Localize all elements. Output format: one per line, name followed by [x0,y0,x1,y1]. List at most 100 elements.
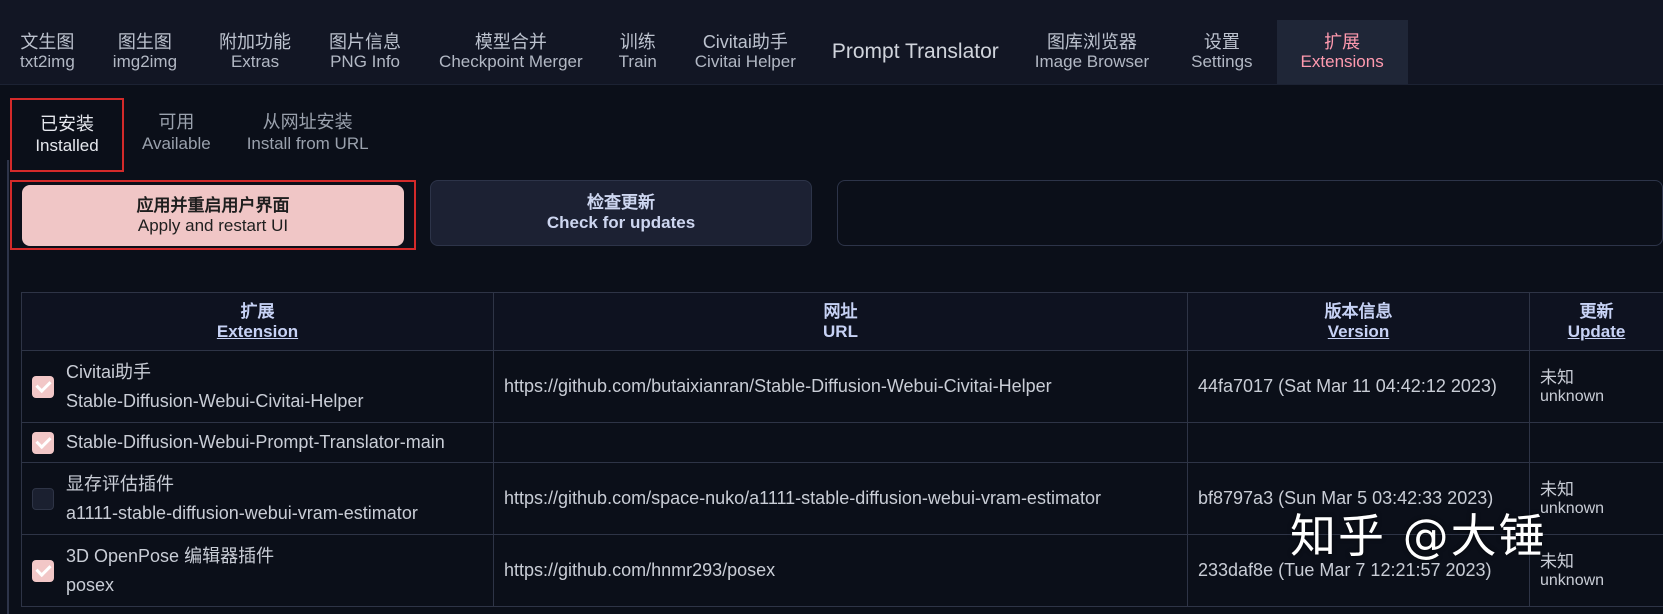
table-row: Stable-Diffusion-Webui-Prompt-Translator… [21,422,1663,463]
subtab-label-en: Install from URL [246,134,369,153]
header-label-en: URL [823,321,858,341]
header-extension[interactable]: 扩展 Extension [21,292,494,351]
header-label-zh: 网址 [823,301,858,321]
url-cell[interactable]: https://github.com/hnmr293/posex [493,534,1188,607]
update-status-en: unknown [1540,571,1605,589]
button-label-zh: 应用并重启用户界面 [136,195,290,215]
extension-name: posex [66,574,115,595]
table-header-row: 扩展 Extension 网址 URL 版本信息 Version 更新 Upda… [21,292,1663,351]
tab-label-en: Extras [230,52,280,71]
tab-label-zh: 文生图 [20,32,75,52]
extension-name-zh: 3D OpenPose 编辑器插件 [66,545,275,566]
tab-label-zh: 扩展 [1324,32,1361,52]
tab-label-zh: Civitai助手 [702,32,788,52]
header-label-zh: 扩展 [240,301,275,321]
enable-checkbox[interactable] [32,559,54,582]
update-cell [1529,422,1663,463]
version-cell [1187,422,1530,463]
action-row: 应用并重启用户界面 Apply and restart UI 检查更新 Chec… [10,180,1663,252]
tab-extensions[interactable]: 扩展 Extensions [1276,20,1408,84]
subtab-available[interactable]: 可用 Available [124,98,229,168]
enable-checkbox[interactable] [32,431,54,454]
tab-image-browser[interactable]: 图库浏览器 Image Browser [1017,20,1167,84]
subtab-label-zh: 可用 [158,112,195,132]
header-label-zh: 更新 [1579,301,1614,321]
top-bar: 文生图 txt2img 图生图 img2img 附加功能 Extras 图片信息… [0,0,1663,85]
header-label-en: Version [1327,321,1390,341]
extension-cell-content: 3D OpenPose 编辑器插件 posex [32,542,483,600]
tab-settings[interactable]: 设置 Settings [1167,20,1276,84]
tab-label-en: Settings [1191,52,1253,71]
header-version[interactable]: 版本信息 Version [1187,292,1530,351]
subtab-install-from-url[interactable]: 从网址安装 Install from URL [229,98,387,168]
tab-label-zh: 图库浏览器 [1046,32,1137,52]
watermark-text: 知乎 @大锤 [1290,509,1547,563]
url-cell[interactable]: https://github.com/space-nuko/a1111-stab… [493,462,1188,535]
status-output-box [837,180,1663,246]
tab-label-zh: 图片信息 [329,32,402,52]
tab-train[interactable]: 训练 Train [599,20,677,84]
enable-checkbox[interactable] [32,375,54,398]
extension-cell-content: Civitai助手 Stable-Diffusion-Webui-Civitai… [32,358,483,416]
tab-txt2img[interactable]: 文生图 txt2img [8,20,87,84]
panel-left-border [7,160,9,614]
tab-label-en: img2img [112,52,178,71]
update-status-en: unknown [1540,387,1605,405]
header-url: 网址 URL [493,292,1188,351]
check-for-updates-button[interactable]: 检查更新 Check for updates [430,180,812,246]
tab-label-zh: 附加功能 [219,32,292,52]
apply-and-restart-button[interactable]: 应用并重启用户界面 Apply and restart UI [22,185,404,246]
extension-name-zh: Civitai助手 [66,361,152,382]
tab-civitai-helper[interactable]: Civitai助手 Civitai Helper [677,20,814,84]
tab-img2img[interactable]: 图生图 img2img [87,20,203,84]
update-cell: 未知 unknown [1529,350,1663,423]
subtab-installed[interactable]: 已安装 Installed [10,98,124,172]
tab-label-en: Image Browser [1034,52,1150,71]
update-status-zh: 未知 [1540,479,1574,499]
header-label-en: Extension [216,321,299,341]
version-cell: 44fa7017 (Sat Mar 11 04:42:12 2023) [1187,350,1530,423]
button-label-zh: 检查更新 [587,193,655,212]
tab-label-en: PNG Info [330,52,400,71]
extension-name: Stable-Diffusion-Webui-Civitai-Helper [66,390,364,411]
tab-checkpoint-merger[interactable]: 模型合并 Checkpoint Merger [423,20,599,84]
tab-label-en: Extensions [1300,52,1384,71]
header-label-zh: 版本信息 [1324,301,1393,321]
tab-label-zh: 模型合并 [474,32,547,52]
tab-label: Prompt Translator [831,40,999,63]
tab-label-en: Checkpoint Merger [439,52,583,71]
update-status-zh: 未知 [1540,367,1574,387]
subtab-label-zh: 从网址安装 [262,112,353,132]
extension-cell: Civitai助手 Stable-Diffusion-Webui-Civitai… [21,350,494,423]
extension-subtabs: 已安装 Installed 可用 Available 从网址安装 Install… [10,98,387,172]
tab-png-info[interactable]: 图片信息 PNG Info [307,20,423,84]
update-cell: 未知 unknown [1529,462,1663,535]
extension-cell-content: 显存评估插件 a1111-stable-diffusion-webui-vram… [32,470,483,528]
subtab-label-en: Available [142,134,211,153]
update-cell: 未知 unknown [1529,534,1663,607]
tab-label-en: Train [618,52,657,71]
enable-checkbox[interactable] [32,487,54,510]
subtab-label-en: Installed [35,136,99,155]
tab-label-en: Civitai Helper [694,52,796,71]
header-update[interactable]: 更新 Update [1529,292,1663,351]
extension-cell: 显存评估插件 a1111-stable-diffusion-webui-vram… [21,462,494,535]
subtab-label-zh: 已安装 [40,114,94,134]
url-cell[interactable]: https://github.com/butaixianran/Stable-D… [493,350,1188,423]
header-label-en: Update [1567,321,1626,341]
update-status-en: unknown [1540,499,1605,517]
tab-prompt-translator[interactable]: Prompt Translator [814,20,1017,84]
table-row: Civitai助手 Stable-Diffusion-Webui-Civitai… [21,350,1663,423]
extension-cell: Stable-Diffusion-Webui-Prompt-Translator… [21,422,494,463]
extension-names: 3D OpenPose 编辑器插件 posex [66,542,274,600]
tab-extras[interactable]: 附加功能 Extras [203,20,307,84]
tab-label-zh: 训练 [619,32,656,52]
extension-name-zh: 显存评估插件 [66,473,174,494]
tab-label-zh: 图生图 [117,32,172,52]
button-label-en: Check for updates [546,213,696,232]
button-label-en: Apply and restart UI [137,215,289,235]
main-tabs: 文生图 txt2img 图生图 img2img 附加功能 Extras 图片信息… [8,20,1408,84]
extension-names: Civitai助手 Stable-Diffusion-Webui-Civitai… [66,358,363,416]
tab-label-en: txt2img [20,52,75,71]
extension-name: Stable-Diffusion-Webui-Prompt-Translator… [66,432,445,452]
